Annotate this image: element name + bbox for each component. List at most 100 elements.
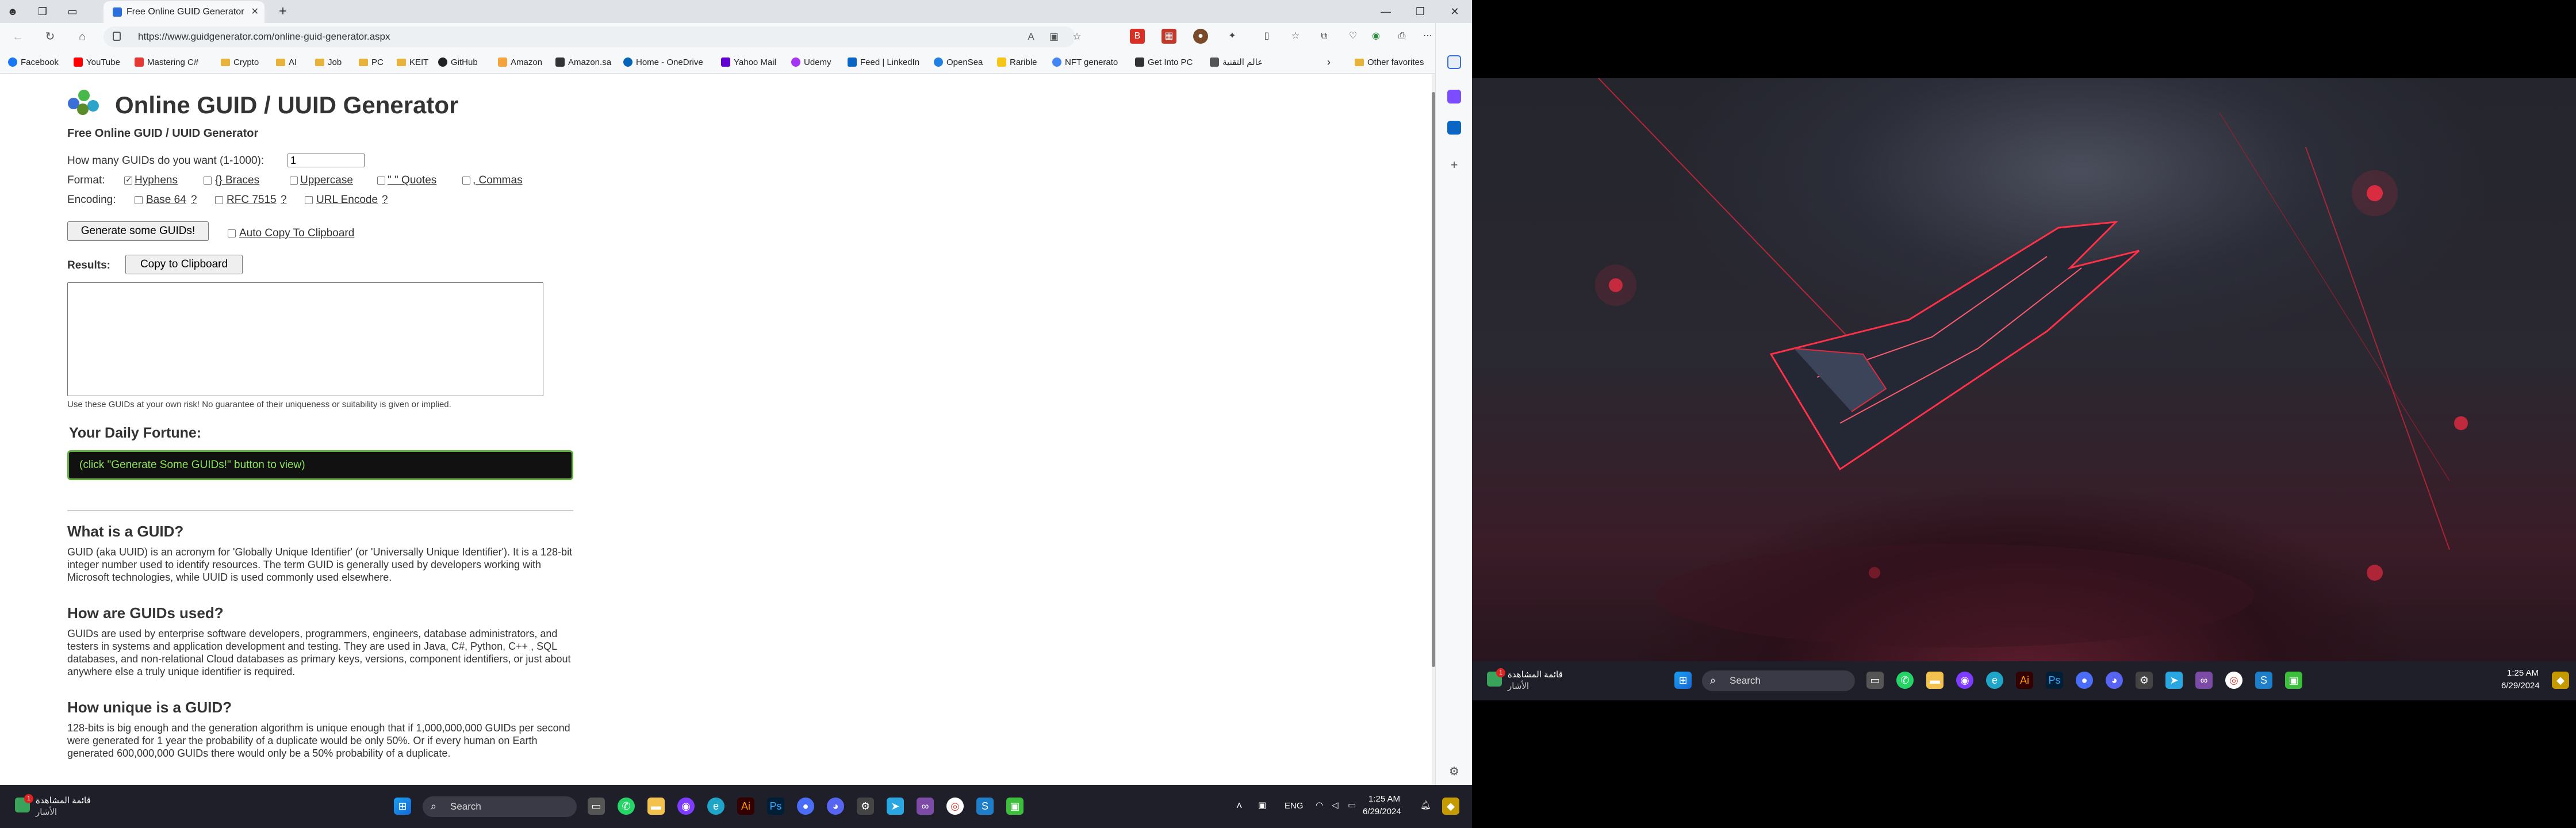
discord-icon[interactable]: ◕ [827, 798, 844, 815]
back-button[interactable]: ← [9, 29, 26, 45]
start-windows-icon[interactable]: ⊞ [394, 798, 411, 815]
uppercase-label[interactable]: Uppercase [300, 174, 353, 187]
tray-app-icon[interactable]: ▣ [1258, 800, 1266, 810]
steam-icon[interactable]: ⚙ [857, 798, 874, 815]
clock-time[interactable]: 1:25 AM [1368, 794, 1400, 804]
github-desktop-icon[interactable]: ◉ [677, 798, 695, 815]
base64-label[interactable]: Base 64 [146, 194, 186, 206]
clock-date[interactable]: 6/29/2024 [1363, 807, 1401, 816]
file-explorer-icon[interactable]: ▬ [1926, 672, 1943, 689]
weather-widget[interactable]: 1 قائمة المشاهدة الأشار [12, 793, 138, 819]
tab-actions-icon[interactable]: ▭ [64, 3, 80, 20]
bookmark-linkedin[interactable]: Feed | LinkedIn [848, 56, 919, 68]
search-sidebar-icon[interactable] [1447, 55, 1461, 69]
illustrator-icon[interactable]: Ai [2016, 672, 2033, 689]
github-desktop-icon[interactable]: ◉ [1956, 672, 1973, 689]
bookmarks-overflow-chevron-icon[interactable]: › [1327, 56, 1331, 68]
illustrator-icon[interactable]: Ai [737, 798, 754, 815]
chrome-icon[interactable]: ◎ [2225, 672, 2242, 689]
bookmark-rarible[interactable]: Rarible [997, 56, 1037, 68]
bookmark-mastering-csharp[interactable]: Mastering C# [135, 56, 198, 68]
braces-label[interactable]: {} Braces [215, 174, 259, 187]
screenshot-icon[interactable]: ⎙ [1394, 29, 1409, 44]
bookmark-folder-ai[interactable]: AI [276, 56, 297, 68]
bookmark-folder-crypto[interactable]: Crypto [221, 56, 259, 68]
bookmark-get-into-pc[interactable]: Get Into PC [1135, 56, 1193, 68]
copy-to-clipboard-button[interactable]: Copy to Clipboard [125, 255, 243, 274]
bookmark-folder-job[interactable]: Job [315, 56, 342, 68]
tray-chevron-up-icon[interactable]: ˄ [1236, 800, 1243, 812]
zoom-icon[interactable]: ● [2076, 672, 2093, 689]
bookmark-onedrive[interactable]: Home - OneDrive [623, 56, 703, 68]
edge-icon[interactable]: e [707, 798, 724, 815]
telegram-icon[interactable]: ➤ [887, 798, 904, 815]
immersive-reader-icon[interactable]: ▣ [1046, 30, 1061, 44]
widgets-icon[interactable]: ◆ [1442, 798, 1459, 815]
bookmark-amazon[interactable]: Amazon [498, 56, 542, 68]
chrome-icon[interactable]: ◎ [946, 798, 964, 815]
generate-guids-button[interactable]: Generate some GUIDs! [67, 221, 209, 241]
clock-date[interactable]: 6/29/2024 [2501, 681, 2540, 691]
rfc7515-checkbox[interactable] [215, 196, 223, 204]
task-view-icon[interactable]: ▭ [588, 798, 605, 815]
base64-checkbox[interactable] [135, 196, 143, 204]
bookmark-udemy[interactable]: Udemy [791, 56, 831, 68]
rfc7515-label[interactable]: RFC 7515 [227, 194, 277, 206]
bookmark-folder-pc[interactable]: PC [359, 56, 384, 68]
auto-copy-label[interactable]: Auto Copy To Clipboard [239, 227, 354, 240]
settings-more-icon[interactable]: ⋯ [1420, 29, 1435, 44]
task-view-icon[interactable]: ▭ [1866, 672, 1884, 689]
language-indicator[interactable]: ENG [1285, 801, 1304, 811]
quotes-label[interactable]: " " Quotes [388, 174, 436, 187]
new-tab-button[interactable]: + [275, 3, 291, 20]
photoshop-icon[interactable]: Ps [767, 798, 784, 815]
hyphens-checkbox[interactable] [124, 175, 132, 185]
workspaces-icon[interactable]: ❒ [34, 3, 51, 20]
uppercase-checkbox[interactable] [290, 177, 298, 185]
bookmark-nft-generator[interactable]: NFT generato [1052, 56, 1118, 68]
urlencode-help-link[interactable]: ? [382, 194, 388, 206]
wifi-icon[interactable]: ◠ [1316, 800, 1323, 810]
file-explorer-icon[interactable]: ▬ [647, 798, 665, 815]
volume-icon[interactable]: ◁ [1332, 800, 1339, 810]
performance-icon[interactable]: ◉ [1368, 29, 1383, 44]
url-field[interactable]: https://www.guidgenerator.com/online-gui… [103, 26, 1082, 47]
favorites-icon[interactable]: ☆ [1288, 29, 1303, 44]
weather-widget[interactable]: 1 قائمة المشاهدة الأشار [1483, 667, 1610, 693]
base64-help-link[interactable]: ? [191, 194, 197, 206]
copilot-sidebar-icon[interactable] [1447, 90, 1461, 103]
bookmark-youtube[interactable]: YouTube [74, 56, 120, 68]
bookmark-opensea[interactable]: OpenSea [934, 56, 983, 68]
bookmark-yahoo-mail[interactable]: Yahoo Mail [721, 56, 776, 68]
guid-count-input[interactable]: 1 [288, 154, 365, 167]
read-aloud-icon[interactable]: A [1023, 30, 1038, 44]
add-sidebar-app-icon[interactable]: + [1447, 159, 1461, 172]
notification-bell-icon[interactable]: 🔔︎ [1420, 800, 1431, 810]
close-window-button[interactable]: ✕ [1443, 3, 1466, 20]
extension-icon-3[interactable]: ● [1193, 29, 1208, 44]
whatsapp-icon[interactable]: ✆ [1896, 672, 1914, 689]
browser-essentials-icon[interactable]: ♡ [1346, 29, 1360, 44]
app-s-icon[interactable]: S [976, 798, 994, 815]
edge-icon[interactable]: e [1986, 672, 2003, 689]
discord-icon[interactable]: ◕ [2106, 672, 2123, 689]
extension-icon-1[interactable]: B [1130, 29, 1145, 44]
photoshop-icon[interactable]: Ps [2046, 672, 2063, 689]
commas-checkbox[interactable] [462, 177, 470, 185]
bookmark-arabic-tech[interactable]: عالم التقنية [1210, 56, 1263, 68]
maximize-button[interactable]: ❐ [1409, 3, 1432, 20]
minimize-button[interactable]: — [1374, 3, 1397, 20]
extension-icon-2[interactable]: ▦ [1162, 29, 1176, 44]
taskbar-search-box[interactable]: ⌕ Search [1702, 670, 1855, 691]
widgets-icon[interactable]: ◆ [2552, 672, 2569, 689]
extensions-puzzle-icon[interactable]: ✦ [1225, 29, 1240, 44]
bookmark-facebook[interactable]: Facebook [8, 56, 59, 68]
app-green-icon[interactable]: ▣ [1006, 798, 1023, 815]
split-screen-icon[interactable]: ▯ [1259, 29, 1274, 44]
refresh-button[interactable]: ↻ [41, 29, 59, 45]
auto-copy-checkbox[interactable] [228, 229, 236, 237]
rfc7515-help-link[interactable]: ? [281, 194, 287, 206]
visual-studio-icon[interactable]: ∞ [2195, 672, 2213, 689]
bookmark-amazon-sa[interactable]: Amazon.sa [555, 56, 611, 68]
zoom-icon[interactable]: ● [797, 798, 814, 815]
